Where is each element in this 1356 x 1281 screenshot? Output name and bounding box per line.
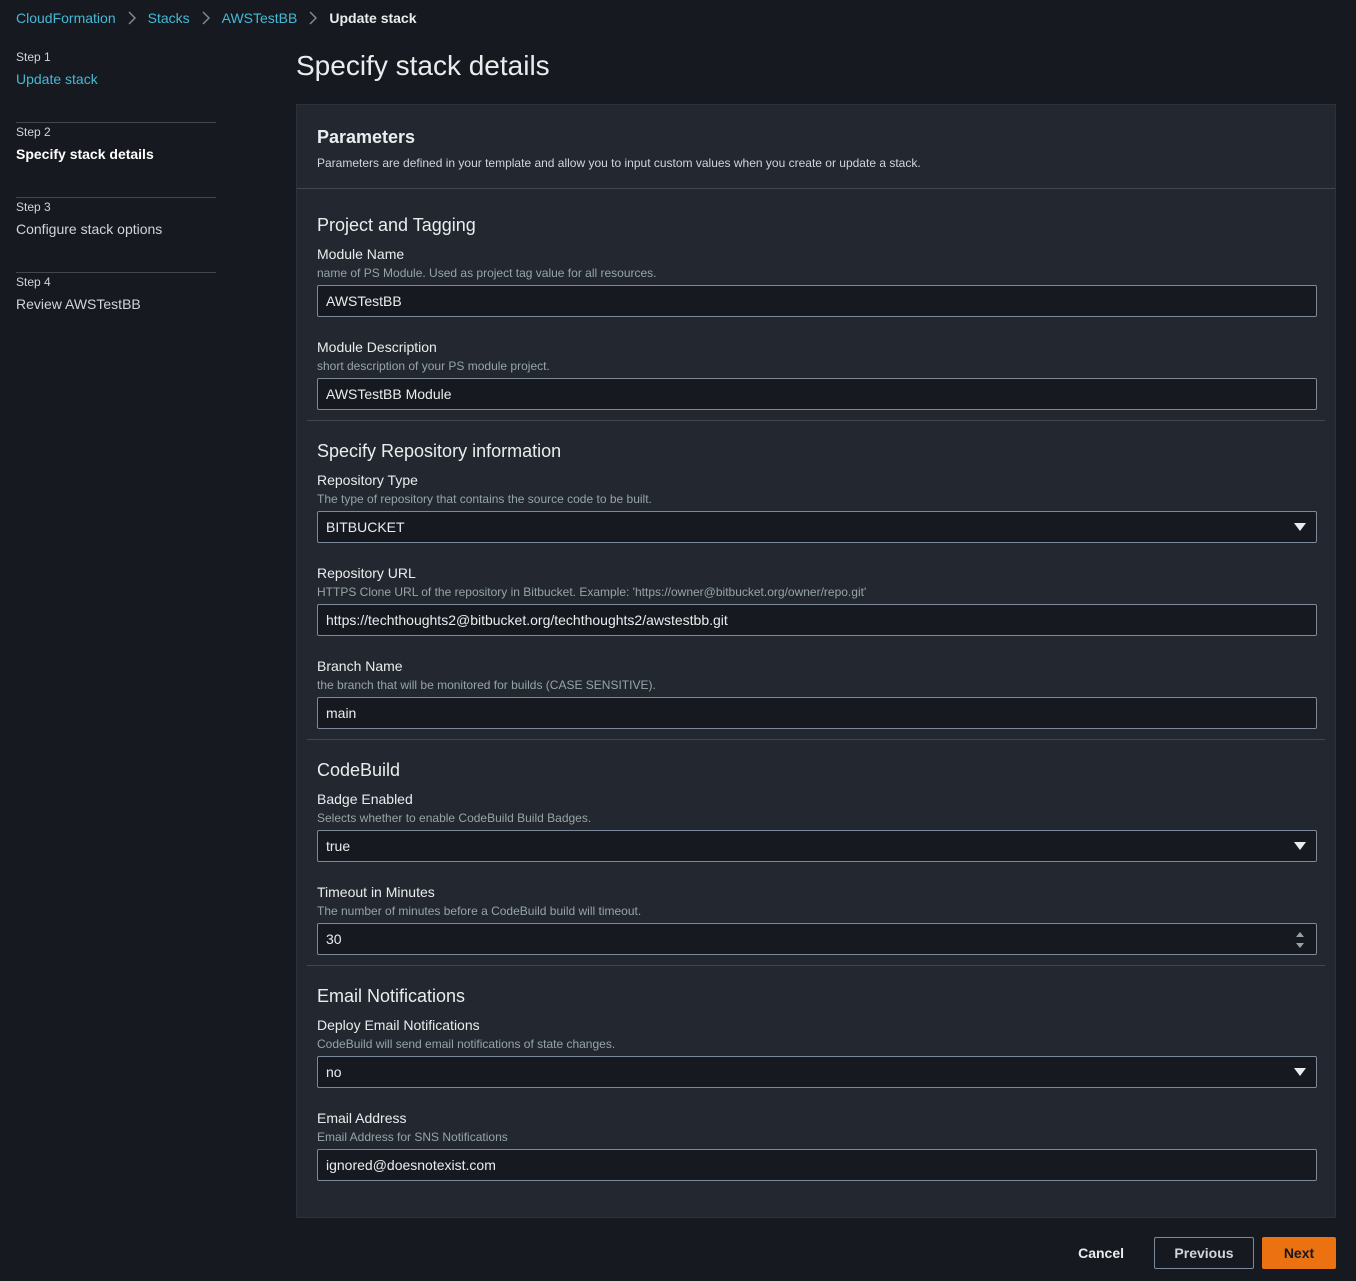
field-label: Branch Name [317,658,403,674]
badge-enabled-select[interactable]: true [317,830,1317,862]
wizard-steps: Step 1 Update stack Step 2 Specify stack… [16,48,216,348]
spin-up-icon[interactable] [1296,932,1304,937]
module-name-input[interactable]: AWSTestBB [317,285,1317,317]
section-title: Email Notifications [317,986,466,1006]
breadcrumb-stack-name[interactable]: AWSTestBB [222,10,298,26]
field-repository-type: Repository Type The type of repository t… [317,471,1317,543]
section-title: CodeBuild [317,760,401,780]
parameters-description: Parameters are defined in your template … [317,156,921,170]
field-description: The type of repository that contains the… [317,492,652,506]
section-title: Project and Tagging [317,215,476,235]
field-description: Selects whether to enable CodeBuild Buil… [317,811,592,825]
step-number: Step 3 [16,200,51,214]
field-label: Deploy Email Notifications [317,1017,480,1033]
select-value: BITBUCKET [326,519,405,535]
wizard-footer: Cancel Previous Next [1058,1237,1336,1269]
wizard-step-3: Step 3 Configure stack options [16,198,216,273]
select-value: no [326,1064,342,1080]
section-title: Specify Repository information [317,441,562,461]
input-value: AWSTestBB [326,293,402,309]
field-label: Timeout in Minutes [317,884,435,900]
wizard-step-2: Step 2 Specify stack details [16,123,216,198]
cancel-button[interactable]: Cancel [1058,1245,1144,1261]
input-value: main [326,705,357,721]
field-description: name of PS Module. Used as project tag v… [317,266,657,280]
breadcrumb-stacks[interactable]: Stacks [148,10,190,26]
wizard-step-4: Step 4 Review AWSTestBB [16,273,216,348]
step-number: Step 2 [16,125,51,139]
field-label: Module Name [317,246,405,262]
field-description: CodeBuild will send email notifications … [317,1037,616,1051]
parameters-title: Parameters [317,127,416,147]
field-description: Email Address for SNS Notifications [317,1130,508,1144]
parameters-container: Parameters Parameters are defined in you… [296,104,1336,1218]
repository-type-select[interactable]: BITBUCKET [317,511,1317,543]
field-badge-enabled: Badge Enabled Selects whether to enable … [317,790,1317,862]
field-description: short description of your PS module proj… [317,359,550,373]
breadcrumb: CloudFormation Stacks AWSTestBB Update s… [16,8,417,28]
field-label: Repository URL [317,565,416,581]
next-button[interactable]: Next [1262,1237,1336,1269]
step-link-update-stack[interactable]: Update stack [16,68,216,90]
caret-down-icon [1294,842,1306,850]
step-number: Step 4 [16,275,51,289]
input-value: ignored@doesnotexist.com [326,1157,496,1173]
field-description: HTTPS Clone URL of the repository in Bit… [317,585,867,599]
section-repository: Specify Repository information Repositor… [297,421,1335,739]
caret-down-icon [1294,523,1306,531]
branch-name-input[interactable]: main [317,697,1317,729]
repository-url-input[interactable]: https://techthoughts2@bitbucket.org/tech… [317,604,1317,636]
field-module-description: Module Description short description of … [317,338,1317,410]
field-timeout: Timeout in Minutes The number of minutes… [317,883,1317,955]
section-codebuild: CodeBuild Badge Enabled Selects whether … [297,740,1335,965]
deploy-email-select[interactable]: no [317,1056,1317,1088]
section-email: Email Notifications Deploy Email Notific… [297,966,1335,1181]
chevron-right-icon [116,11,148,25]
previous-button[interactable]: Previous [1154,1237,1254,1269]
field-email-address: Email Address Email Address for SNS Noti… [317,1109,1317,1181]
caret-down-icon [1294,1068,1306,1076]
email-address-input[interactable]: ignored@doesnotexist.com [317,1149,1317,1181]
module-description-input[interactable]: AWSTestBB Module [317,378,1317,410]
field-description: the branch that will be monitored for bu… [317,678,656,692]
field-label: Email Address [317,1110,407,1126]
step-current-specify-details: Specify stack details [16,146,154,162]
chevron-right-icon [190,11,222,25]
field-module-name: Module Name name of PS Module. Used as p… [317,245,1317,317]
input-value: AWSTestBB Module [326,386,452,402]
field-label: Badge Enabled [317,791,413,807]
field-deploy-email: Deploy Email Notifications CodeBuild wil… [317,1016,1317,1088]
step-review: Review AWSTestBB [16,296,141,312]
section-project-tagging: Project and Tagging Module Name name of … [297,189,1335,420]
page-title: Specify stack details [296,50,550,81]
step-number: Step 1 [16,50,51,64]
select-value: true [326,838,351,854]
wizard-step-1: Step 1 Update stack [16,48,216,123]
step-configure-options: Configure stack options [16,221,163,237]
field-label: Repository Type [317,472,418,488]
field-repository-url: Repository URL HTTPS Clone URL of the re… [317,564,1317,636]
field-description: The number of minutes before a CodeBuild… [317,904,642,918]
input-value: 30 [326,931,342,947]
breadcrumb-current: Update stack [329,10,417,26]
timeout-number-input[interactable]: 30 [317,923,1317,955]
field-label: Module Description [317,339,437,355]
chevron-right-icon [297,11,329,25]
spin-down-icon[interactable] [1296,943,1304,948]
input-value: https://techthoughts2@bitbucket.org/tech… [326,612,728,628]
field-branch-name: Branch Name the branch that will be moni… [317,657,1317,729]
number-spinner-icon[interactable] [1294,932,1306,948]
parameters-header: Parameters Parameters are defined in you… [297,105,1335,189]
breadcrumb-cloudformation[interactable]: CloudFormation [16,10,116,26]
